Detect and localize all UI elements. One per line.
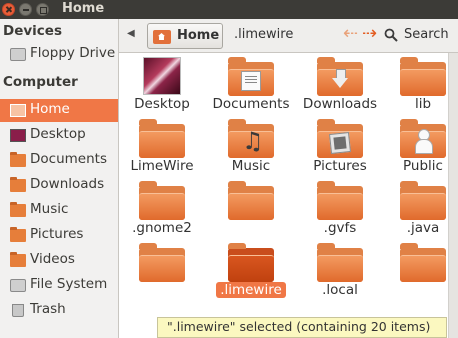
- trash-icon: [12, 304, 24, 317]
- folder-icon: [400, 243, 446, 282]
- folder-icon: [317, 181, 363, 220]
- file-item-java[interactable]: .java: [380, 181, 458, 241]
- file-label: Documents: [212, 96, 290, 112]
- file-label: Desktop: [134, 96, 190, 112]
- file-label: Pictures: [313, 158, 367, 174]
- file-label: lib: [414, 96, 432, 112]
- file-item-pictures[interactable]: Pictures: [297, 119, 383, 179]
- maximize-window-button[interactable]: [36, 3, 49, 16]
- sidebar: Devices Floppy Drive Computer Home Deskt…: [0, 19, 119, 338]
- file-item-local[interactable]: .local: [297, 243, 383, 303]
- downloads-folder-icon: [10, 177, 26, 192]
- title-bar: Home: [0, 0, 458, 19]
- file-item-hidden-folder[interactable]: [380, 243, 458, 303]
- sidebar-item-label: Floppy Drive: [30, 45, 116, 61]
- file-item-music[interactable]: Music: [208, 119, 294, 179]
- documents-folder-icon: [10, 152, 26, 167]
- home-folder-icon: [10, 104, 26, 117]
- floppy-icon: [10, 48, 26, 61]
- file-item-desktop[interactable]: Desktop: [119, 57, 205, 117]
- sidebar-item-floppy-drive[interactable]: Floppy Drive: [0, 43, 118, 66]
- forward-arrow-icon[interactable]: ⇢: [362, 23, 377, 44]
- toolbar: ◀ Home .limewire ⇠ ⇢ Search: [119, 19, 458, 53]
- sidebar-item-videos[interactable]: Videos: [0, 249, 118, 272]
- drive-icon: [10, 279, 26, 292]
- file-item-dot-limewire[interactable]: .limewire: [208, 243, 294, 303]
- sidebar-item-label: Documents: [30, 151, 107, 167]
- breadcrumb-scroll-left-icon[interactable]: ◀: [127, 28, 135, 39]
- file-item-downloads[interactable]: Downloads: [297, 57, 383, 117]
- home-folder-icon: [153, 30, 171, 44]
- folder-icon: [139, 119, 185, 158]
- file-item-lib[interactable]: lib: [380, 57, 458, 117]
- music-folder-icon: [10, 202, 26, 217]
- folder-icon: [228, 243, 274, 282]
- breadcrumb-limewire[interactable]: .limewire: [234, 27, 293, 42]
- file-item-hidden-folder[interactable]: [119, 243, 205, 303]
- file-item-documents[interactable]: Documents: [208, 57, 294, 117]
- sidebar-item-label: Desktop: [30, 126, 86, 142]
- file-label: Music: [231, 158, 271, 174]
- desktop-icon: [10, 129, 26, 142]
- sidebar-heading-devices: Devices: [3, 23, 62, 39]
- file-label: .gnome2: [132, 220, 192, 236]
- folder-icon: [400, 57, 446, 96]
- sidebar-heading-computer: Computer: [3, 74, 78, 90]
- sidebar-item-documents[interactable]: Documents: [0, 149, 118, 172]
- file-item-gvfs[interactable]: .gvfs: [297, 181, 383, 241]
- file-label: .local: [322, 282, 358, 298]
- file-label: .gvfs: [323, 220, 357, 236]
- folder-icon: [228, 181, 274, 220]
- sidebar-item-home[interactable]: Home: [0, 99, 118, 122]
- folder-icon: [317, 243, 363, 282]
- sidebar-item-music[interactable]: Music: [0, 199, 118, 222]
- search-icon[interactable]: [384, 28, 398, 42]
- sidebar-item-label: Downloads: [30, 176, 105, 192]
- sidebar-item-label: Music: [30, 201, 69, 217]
- file-item-limewire[interactable]: LimeWire: [119, 119, 205, 179]
- search-button[interactable]: Search: [404, 27, 449, 42]
- pictures-folder-icon: [317, 119, 363, 158]
- downloads-folder-icon: [317, 57, 363, 96]
- videos-folder-icon: [10, 252, 26, 267]
- sidebar-item-label: File System: [30, 276, 108, 292]
- pictures-folder-icon: [10, 227, 26, 242]
- music-folder-icon: [228, 119, 274, 158]
- file-label: LimeWire: [130, 158, 194, 174]
- close-window-button[interactable]: [2, 3, 15, 16]
- sidebar-item-file-system[interactable]: File System: [0, 274, 118, 297]
- desktop-thumbnail-icon: [139, 57, 185, 96]
- window-title: Home: [62, 1, 105, 16]
- back-arrow-icon[interactable]: ⇠: [343, 23, 358, 44]
- minimize-window-button[interactable]: [19, 3, 32, 16]
- file-label: .java: [406, 220, 440, 236]
- file-item-hidden-folder[interactable]: [208, 181, 294, 241]
- sidebar-item-label: Trash: [30, 301, 66, 317]
- file-item-public[interactable]: Public: [380, 119, 458, 179]
- file-label: Downloads: [302, 96, 378, 112]
- sidebar-item-downloads[interactable]: Downloads: [0, 174, 118, 197]
- sidebar-item-trash[interactable]: Trash: [0, 299, 118, 322]
- sidebar-item-label: Pictures: [30, 226, 84, 242]
- file-label: .limewire: [208, 282, 294, 298]
- breadcrumb-label: Home: [177, 28, 220, 43]
- file-view: Desktop Documents Downloads lib LimeWire…: [119, 53, 448, 338]
- sidebar-item-desktop[interactable]: Desktop: [0, 124, 118, 147]
- breadcrumb-home[interactable]: Home: [147, 23, 223, 49]
- documents-folder-icon: [228, 57, 274, 96]
- folder-icon: [400, 181, 446, 220]
- sidebar-item-pictures[interactable]: Pictures: [0, 224, 118, 247]
- folder-icon: [139, 243, 185, 282]
- file-label: Public: [403, 158, 443, 174]
- file-item-gnome2[interactable]: .gnome2: [119, 181, 205, 241]
- folder-icon: [139, 181, 185, 220]
- sidebar-item-label: Home: [30, 101, 70, 117]
- sidebar-item-label: Videos: [30, 251, 75, 267]
- public-folder-icon: [400, 119, 446, 158]
- vertical-scrollbar[interactable]: [448, 53, 458, 338]
- status-bar: ".limewire" selected (containing 20 item…: [157, 317, 447, 338]
